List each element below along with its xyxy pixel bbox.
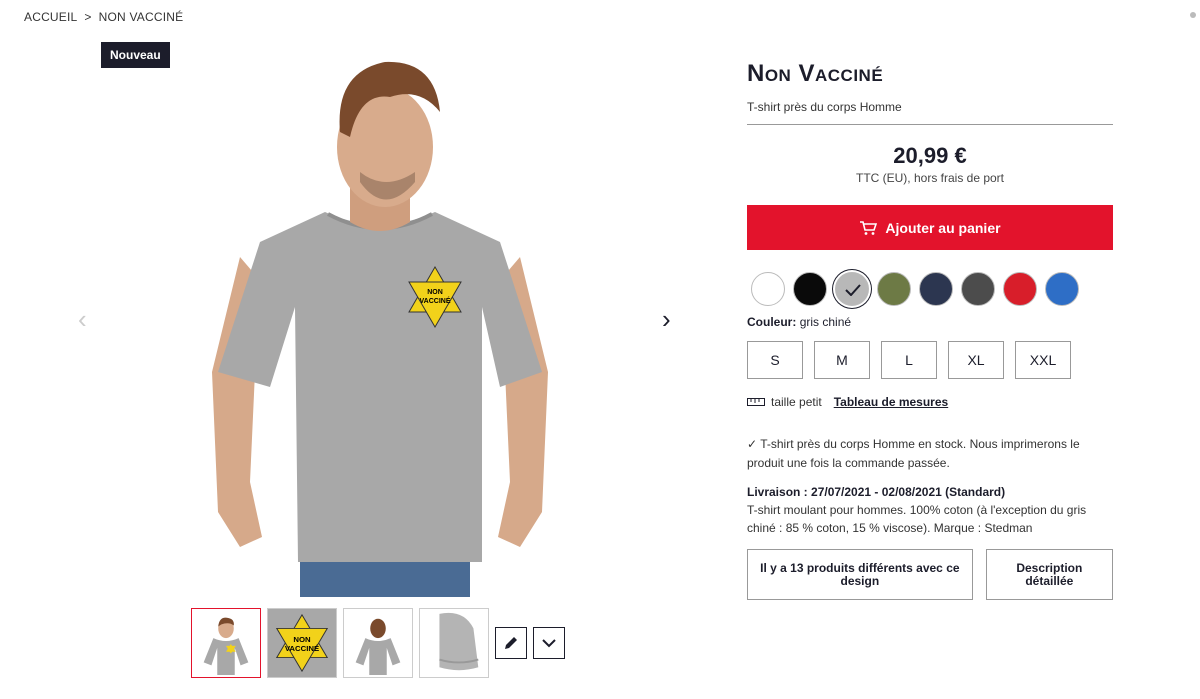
jeans	[300, 557, 470, 597]
thumbnail-strip: NON VACCINÉ	[191, 608, 565, 678]
delivery-label: Livraison : 27/07/2021 - 02/08/2021 (Sta…	[747, 485, 1006, 499]
fit-info: taille petit Tableau de mesures	[747, 395, 1113, 409]
color-value: gris chiné	[799, 315, 852, 329]
new-badge: Nouveau	[101, 42, 170, 68]
edit-design-button[interactable]	[495, 627, 527, 659]
print-text-1: NON	[427, 289, 443, 296]
size-option[interactable]: L	[881, 341, 937, 379]
breadcrumb-current: NON VACCINÉ	[98, 10, 184, 24]
color-swatch[interactable]	[1003, 272, 1037, 306]
color-swatch[interactable]	[835, 272, 869, 306]
detailed-description-button[interactable]: Description détaillée	[985, 549, 1113, 600]
next-image-arrow[interactable]: ›	[662, 306, 671, 332]
product-subtitle: T-shirt près du corps Homme	[747, 100, 1113, 125]
thumbnail-back[interactable]	[343, 608, 413, 678]
add-to-cart-label: Ajouter au panier	[885, 219, 1001, 236]
product-main-image: NON VACCINÉ	[212, 61, 548, 597]
cart-icon	[860, 220, 878, 235]
corner-indicator	[1190, 12, 1196, 18]
size-chart-link[interactable]: Tableau de mesures	[834, 395, 949, 409]
color-swatch[interactable]	[751, 272, 785, 306]
chevron-down-icon	[542, 639, 556, 648]
size-option[interactable]: XL	[948, 341, 1004, 379]
svg-text:VACCINÉ: VACCINÉ	[285, 644, 319, 653]
same-design-products-button[interactable]: Il y a 13 produits différents avec ce de…	[747, 549, 973, 600]
color-swatch[interactable]	[1045, 272, 1079, 306]
product-title: Non Vacciné	[747, 60, 884, 87]
size-option[interactable]: XXL	[1015, 341, 1071, 379]
checkmark-icon	[836, 273, 870, 307]
color-swatch[interactable]	[919, 272, 953, 306]
breadcrumb-home-link[interactable]: ACCUEIL	[24, 10, 77, 24]
tshirt-shape	[218, 212, 542, 562]
more-thumbnails-button[interactable]	[533, 627, 565, 659]
check-icon: ✓	[747, 437, 758, 451]
color-swatch[interactable]	[793, 272, 827, 306]
breadcrumb-separator: >	[84, 10, 92, 24]
breadcrumb: ACCUEIL > NON VACCINÉ	[24, 10, 183, 24]
color-label: Couleur: gris chiné	[747, 315, 1113, 329]
size-option[interactable]: M	[814, 341, 870, 379]
pencil-icon	[505, 637, 517, 649]
color-label-key: Couleur:	[747, 315, 797, 329]
product-price: 20,99 €	[893, 143, 967, 168]
color-swatch[interactable]	[961, 272, 995, 306]
color-swatch[interactable]	[877, 272, 911, 306]
bottom-buttons: Il y a 13 produits différents avec ce de…	[747, 549, 1113, 600]
stock-info: ✓ T-shirt près du corps Homme en stock. …	[747, 435, 1113, 473]
delivery-info: Livraison : 27/07/2021 - 02/08/2021 (Sta…	[747, 483, 1113, 537]
prev-image-arrow[interactable]: ‹	[78, 306, 87, 332]
thumbnail-design[interactable]: NON VACCINÉ	[267, 608, 337, 678]
product-description: T-shirt moulant pour hommes. 100% coton …	[747, 503, 1087, 535]
size-selector: S M L XL XXL	[747, 341, 1113, 379]
print-text-2: VACCINÉ	[420, 296, 451, 305]
thumbnail-front[interactable]	[191, 608, 261, 678]
svg-text:NON: NON	[293, 635, 311, 644]
ruler-icon	[747, 398, 765, 406]
product-panel: Non Vacciné T-shirt près du corps Homme …	[747, 60, 1113, 600]
size-option[interactable]: S	[747, 341, 803, 379]
thumbnail-sleeve[interactable]	[419, 608, 489, 678]
fit-text: taille petit	[771, 395, 822, 409]
stock-text: T-shirt près du corps Homme en stock. No…	[747, 437, 1080, 470]
add-to-cart-button[interactable]: Ajouter au panier	[747, 205, 1113, 250]
color-swatches	[751, 272, 1113, 306]
price-note: TTC (EU), hors frais de port	[855, 171, 1005, 185]
